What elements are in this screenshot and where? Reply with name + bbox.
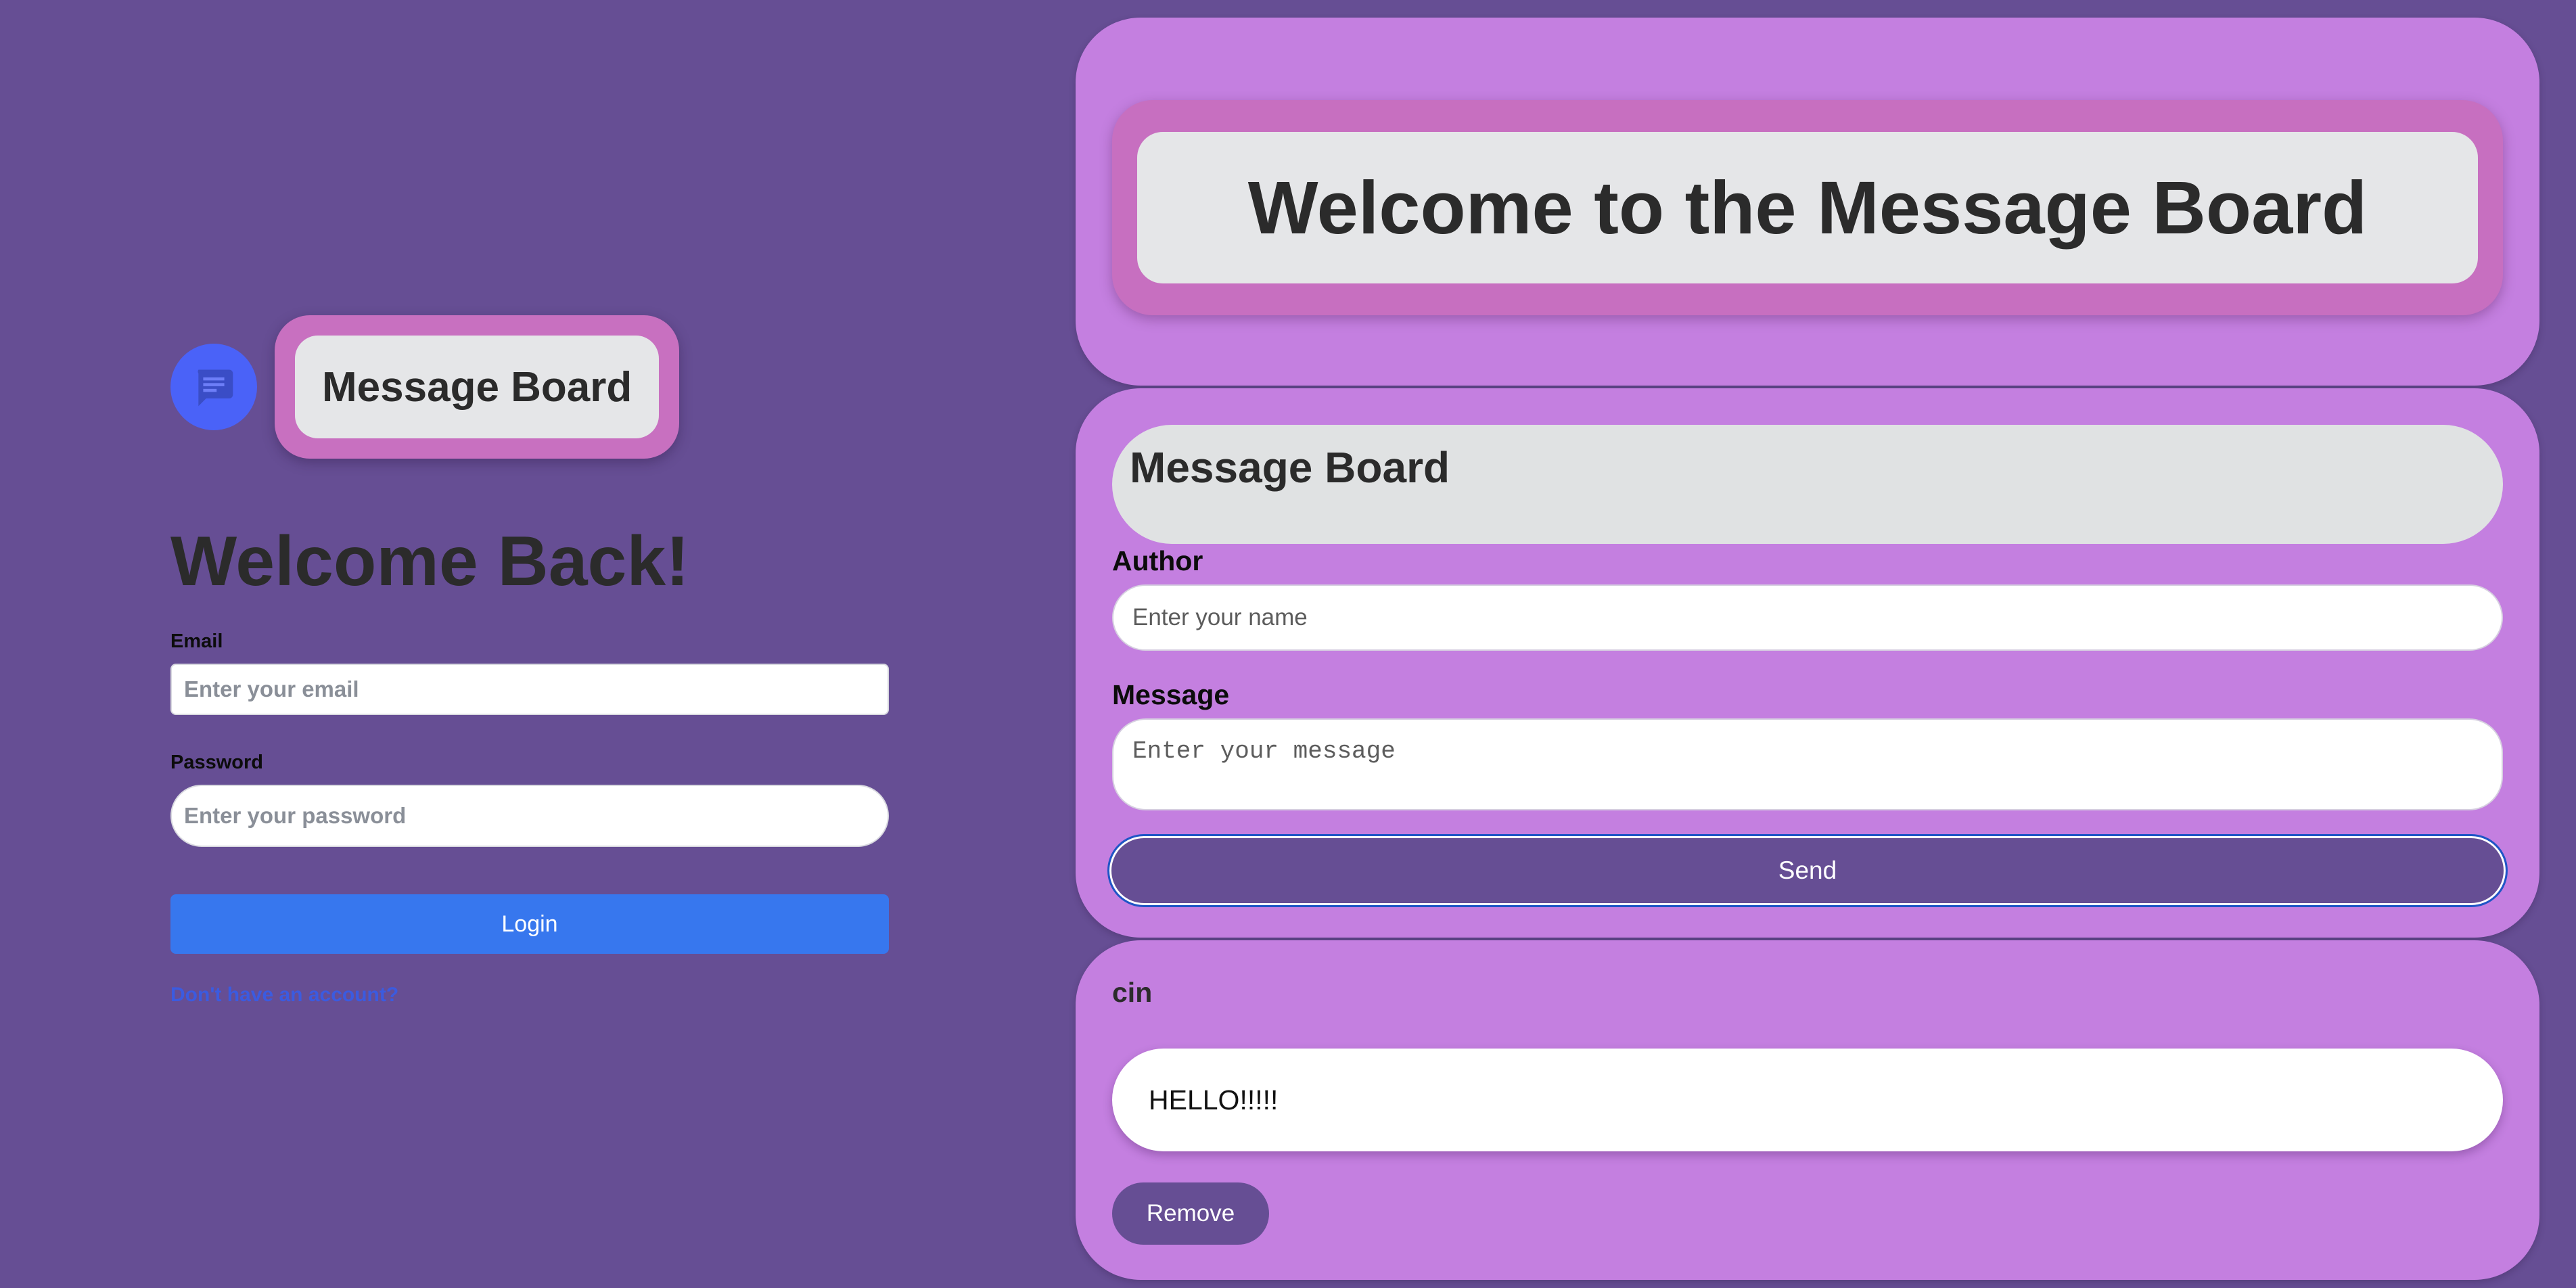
brand-title: Message Board — [295, 336, 660, 438]
remove-button[interactable]: Remove — [1112, 1182, 1269, 1245]
password-field[interactable] — [170, 785, 889, 847]
author-label: Author — [1112, 545, 1203, 576]
password-label: Password — [170, 752, 263, 773]
brand-title-frame: Message Board — [275, 315, 680, 459]
hero-title-frame: Welcome to the Message Board — [1112, 100, 2503, 315]
message-label: Message — [1112, 679, 1230, 710]
author-field[interactable] — [1112, 584, 2503, 651]
page-title: Welcome to the Message Board — [1137, 132, 2478, 283]
chat-bubble-icon — [170, 344, 257, 430]
login-button[interactable]: Login — [170, 894, 889, 954]
email-field[interactable] — [170, 664, 889, 715]
post-author: cin — [1112, 977, 1153, 1008]
signup-link[interactable]: Don't have an account? — [170, 984, 398, 1007]
email-label: Email — [170, 630, 223, 652]
message-field[interactable] — [1112, 718, 2503, 810]
send-button[interactable]: Send — [1107, 834, 2508, 907]
login-panel: Message Board Welcome Back! Email Passwo… — [170, 315, 889, 1007]
welcome-back-heading: Welcome Back! — [170, 522, 689, 601]
post-message: HELLO!!!!! — [1112, 1049, 2503, 1151]
message-form-card: Message Board Author Message Send — [1076, 388, 2539, 938]
hero-card: Welcome to the Message Board — [1076, 18, 2539, 386]
brand-header: Message Board — [170, 315, 889, 459]
form-heading: Message Board — [1112, 425, 2503, 544]
post-card: cin HELLO!!!!! Remove — [1076, 940, 2539, 1280]
